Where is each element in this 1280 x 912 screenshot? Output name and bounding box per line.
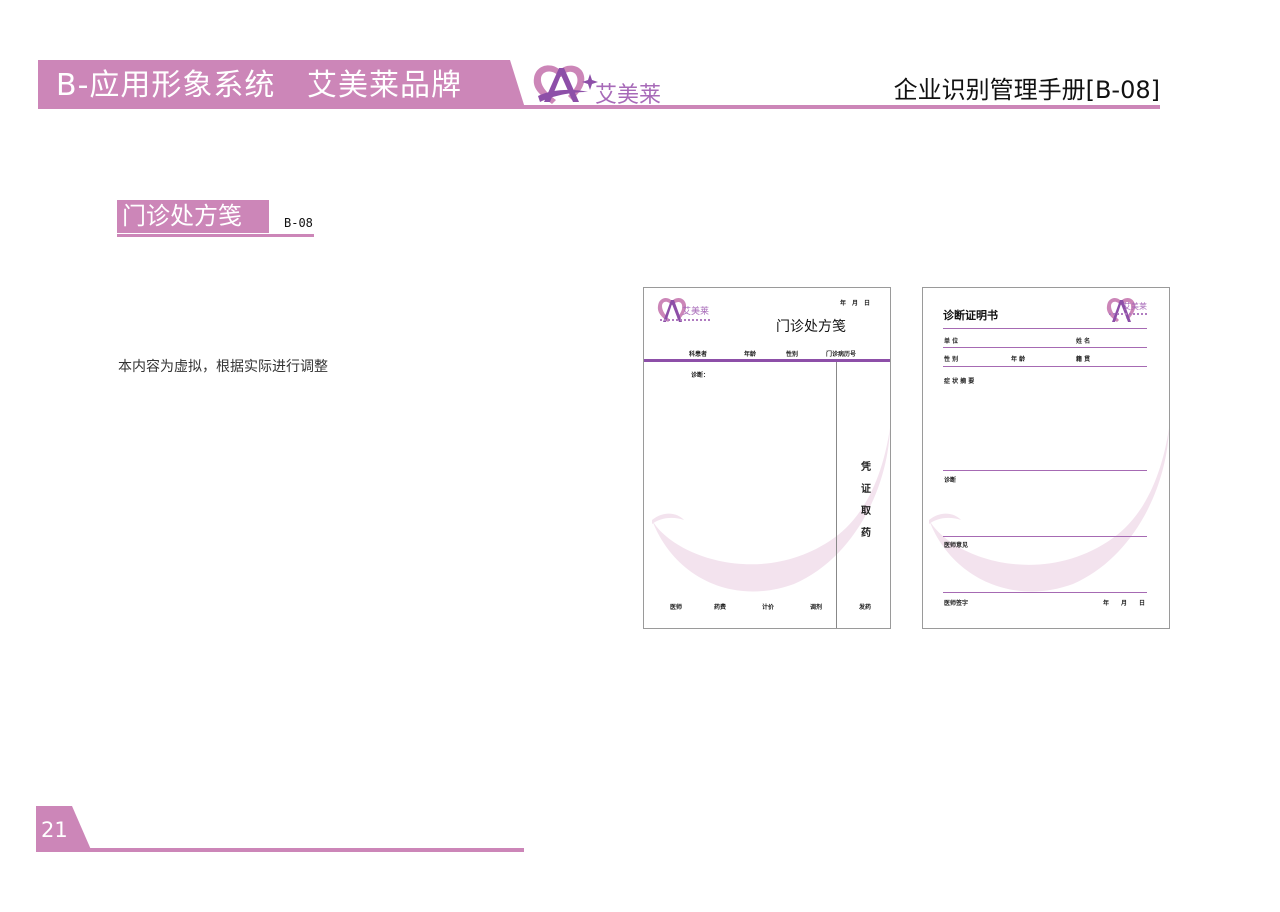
section-description: 本内容为虚拟，根据实际进行调整 [118, 359, 328, 375]
bottom-dispensing: 调剂 [810, 604, 823, 611]
field-record-no: 门诊病历号 [826, 351, 857, 358]
date-label: 年 月 日 [840, 300, 871, 307]
prescription-title: 门诊处方笺 [776, 319, 846, 335]
bottom-issue-drug: 发药 [859, 604, 872, 611]
side-char-1: 凭 [861, 462, 871, 473]
section-title: 门诊处方笺 [122, 202, 242, 230]
rule-row-1 [943, 347, 1147, 348]
form-brand-name: 艾美莱 [682, 307, 710, 317]
logo-dot-row [1109, 313, 1149, 315]
rule-title [943, 328, 1147, 329]
field-age: 年龄 [744, 351, 757, 358]
header-divider [644, 359, 890, 362]
label-signature: 医师签字 [944, 600, 969, 607]
manual-title: 企业识别管理手册[B-08] [893, 76, 1160, 104]
header-title: B-应用形象系统 艾美莱品牌 [56, 68, 463, 103]
label-diagnosis: 诊断 [944, 477, 957, 484]
label-date: 年 月 日 [1103, 600, 1146, 607]
diagnosis-certificate: 诊断证明书 艾美莱 单 位 姓 名 性 别 年 龄 籍 贯 症 状 摘 要 诊断… [922, 287, 1170, 629]
label-name: 姓 名 [1076, 338, 1091, 345]
label-opinion: 医师意见 [944, 542, 969, 549]
label-age: 年 龄 [1011, 356, 1026, 363]
bottom-drug-fee: 药费 [714, 604, 727, 611]
label-symptoms: 症 状 摘 要 [944, 378, 975, 385]
label-unit: 单 位 [944, 338, 959, 345]
section-code: B-08 [284, 216, 313, 230]
bottom-doctor: 医师 [670, 604, 683, 611]
certificate-title: 诊断证明书 [943, 309, 998, 322]
brand-name: 艾美莱 [595, 83, 662, 108]
swoosh-watermark [652, 428, 890, 592]
logo-dot-row [660, 319, 710, 321]
side-char-4: 药 [861, 528, 871, 539]
prescription-form: 艾美莱 年 月 日 门诊处方笺 科患者 年龄 性别 门诊病历号 诊断： 凭 证 … [643, 287, 891, 629]
certificate-brand-name: 艾美莱 [1123, 302, 1147, 311]
rule-opinion [943, 592, 1147, 593]
side-column-divider [836, 362, 837, 628]
page-number: 21 [41, 818, 68, 842]
label-gender: 性 别 [944, 356, 959, 363]
side-char-2: 证 [861, 484, 871, 495]
swoosh-watermark [929, 428, 1169, 592]
field-patient: 科患者 [689, 351, 708, 358]
label-origin: 籍 贯 [1076, 356, 1091, 363]
rule-diagnosis [943, 536, 1147, 537]
side-char-3: 取 [861, 506, 871, 517]
section-underline [117, 234, 314, 237]
field-gender: 性别 [786, 351, 799, 358]
bottom-pricing: 计价 [762, 604, 775, 611]
diagnosis-label: 诊断： [691, 372, 710, 379]
rule-row-2 [943, 366, 1147, 367]
footer-rule [36, 848, 524, 852]
rule-symptoms [943, 470, 1147, 471]
